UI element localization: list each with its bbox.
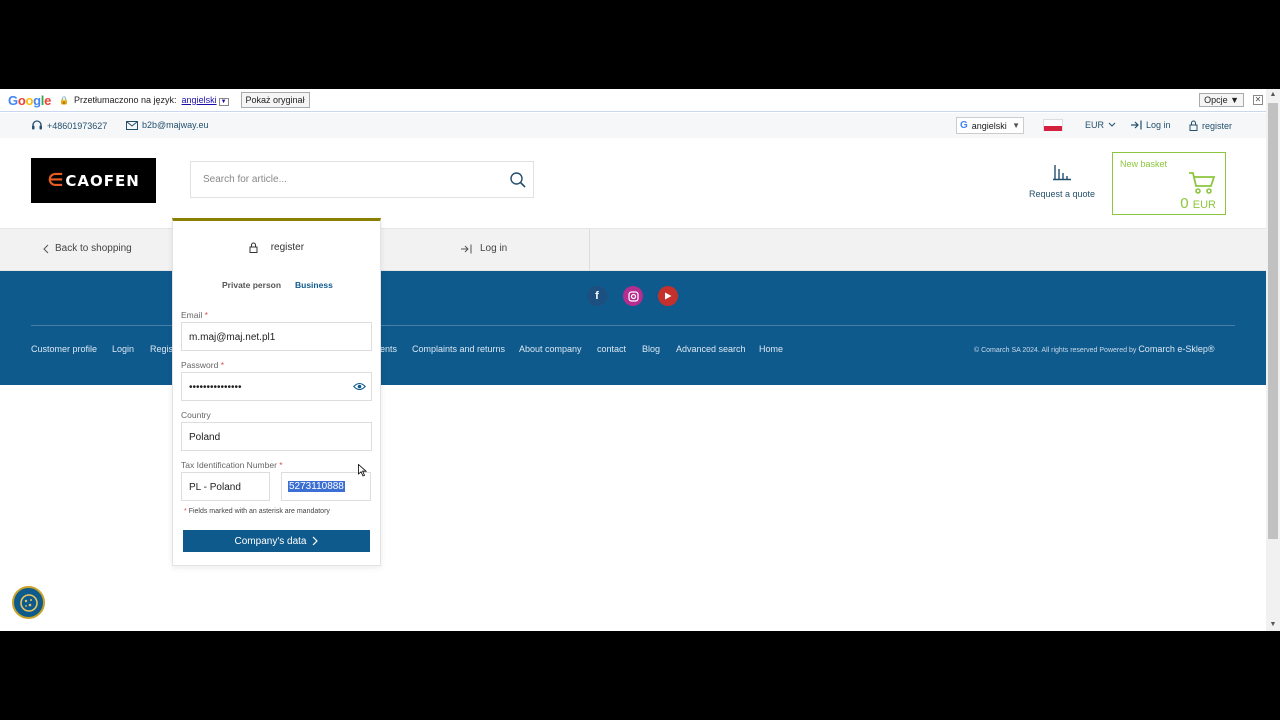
dropdown-arrow-icon: ▼: [1012, 121, 1020, 130]
quote-chart-icon: [1053, 165, 1071, 181]
tax-number-selected-text: 5273110888: [288, 481, 345, 492]
footer-link-home[interactable]: Home: [759, 344, 783, 354]
mandatory-note: * Fields marked with an asterisk are man…: [184, 508, 330, 515]
language-select[interactable]: G angielski ▼: [956, 117, 1024, 134]
mouse-cursor-icon: [358, 464, 367, 477]
search-input[interactable]: Search for article...: [203, 174, 287, 185]
company-data-label: Company's data: [234, 535, 307, 547]
translate-language-select[interactable]: angielski ▼: [182, 95, 229, 106]
logo-text: CAOFEN: [65, 171, 140, 190]
tax-country-select[interactable]: PL - Poland: [181, 472, 270, 501]
login-icon: [1131, 120, 1142, 130]
phone-number: +48601973627: [47, 120, 108, 131]
lock-icon: [1189, 120, 1198, 131]
scrollbar-thumb[interactable]: [1268, 103, 1278, 539]
login-icon: [461, 244, 472, 253]
currency-value: EUR: [1085, 120, 1105, 130]
tab-business[interactable]: Business: [295, 280, 333, 290]
footer-link-advanced-search[interactable]: Advanced search: [676, 344, 746, 354]
footer-link-payments[interactable]: ents: [380, 344, 397, 354]
email-address: b2b@majway.eu: [142, 120, 209, 130]
search-box[interactable]: Search for article...: [190, 161, 534, 198]
scroll-up-icon[interactable]: ▲: [1266, 89, 1280, 101]
email-link[interactable]: b2b@majway.eu: [126, 120, 209, 130]
country-select[interactable]: Poland: [181, 422, 372, 451]
top-utility-bar: +48601973627 b2b@majway.eu G angielski ▼…: [0, 113, 1266, 138]
scroll-down-icon[interactable]: ▼: [1266, 619, 1280, 631]
eye-icon[interactable]: [353, 382, 366, 391]
browser-viewport: Google 🔒 Przetłumaczono na język: angiel…: [0, 89, 1280, 631]
google-logo: Google: [8, 92, 52, 108]
email-label: Email *: [181, 310, 208, 320]
tab-private-person[interactable]: Private person: [222, 280, 281, 290]
chevron-left-icon: [43, 244, 49, 253]
footer-link-complaints[interactable]: Complaints and returns: [412, 344, 505, 354]
footer-link-customer-profile[interactable]: Customer profile: [31, 344, 97, 354]
translate-options-button[interactable]: Opcje ▼: [1199, 93, 1244, 107]
vertical-scrollbar[interactable]: ▲ ▼: [1266, 89, 1280, 631]
lock-icon: 🔒: [59, 95, 69, 105]
basket-title: New basket: [1120, 159, 1168, 169]
nav-login-label: Log in: [480, 243, 508, 254]
show-original-button[interactable]: Pokaż oryginał: [240, 92, 310, 108]
logo-mark-icon: ∈: [47, 170, 65, 191]
country-label: Country: [181, 410, 211, 420]
instagram-icon[interactable]: [623, 286, 643, 306]
site-logo[interactable]: ∈ CAOFEN: [31, 158, 156, 203]
google-g-icon: G: [960, 120, 968, 131]
login-label: Log in: [1146, 120, 1171, 130]
nav-login-link[interactable]: Log in: [460, 243, 507, 254]
register-label: register: [1202, 120, 1233, 131]
footer-link-register[interactable]: Regis: [150, 344, 173, 354]
request-quote-label: Request a quote: [1028, 189, 1096, 199]
translate-close-button[interactable]: ✕: [1253, 95, 1263, 105]
chevron-right-icon: [313, 536, 319, 546]
language-select-value: angielski: [971, 120, 1007, 131]
envelope-icon: [126, 120, 138, 130]
dropdown-arrow-icon: ▼: [218, 97, 229, 106]
google-translate-bar: Google 🔒 Przetłumaczono na język: angiel…: [0, 89, 1266, 112]
currency-select[interactable]: EUR: [1085, 120, 1116, 130]
lock-icon: [249, 242, 258, 253]
footer-link-contact[interactable]: contact: [597, 344, 626, 354]
login-link[interactable]: Log in: [1130, 120, 1171, 130]
nav-divider: [589, 229, 590, 271]
company-data-button[interactable]: Company's data: [183, 530, 370, 552]
password-value: •••••••••••••••: [189, 382, 242, 393]
password-field[interactable]: •••••••••••••••: [181, 372, 372, 401]
cookie-icon: [19, 593, 38, 612]
register-panel-title: register: [173, 242, 380, 253]
register-link[interactable]: register: [1189, 120, 1232, 131]
facebook-icon[interactable]: f: [587, 286, 607, 306]
search-icon[interactable]: [509, 171, 527, 189]
basket-total: 0 EUR: [1180, 195, 1216, 212]
request-quote-button[interactable]: Request a quote: [1026, 163, 1098, 199]
phone-link[interactable]: +48601973627: [31, 120, 107, 131]
footer-link-about[interactable]: About company: [519, 344, 582, 354]
register-panel: register Private person Business Email *…: [172, 218, 381, 566]
basket-widget[interactable]: New basket 0 EUR: [1112, 152, 1226, 215]
translated-to-label: Przetłumaczono na język:: [74, 95, 177, 105]
email-field[interactable]: m.maj@maj.net.pl1: [181, 322, 372, 351]
poland-flag-icon[interactable]: [1043, 119, 1063, 131]
powered-by-link[interactable]: Comarch e-Sklep®: [1138, 344, 1214, 354]
youtube-icon[interactable]: [658, 286, 678, 306]
chevron-down-icon: [1108, 122, 1116, 127]
headset-icon: [32, 120, 42, 130]
back-to-shopping-label: Back to shopping: [55, 243, 132, 254]
footer-link-blog[interactable]: Blog: [642, 344, 660, 354]
back-to-shopping-link[interactable]: Back to shopping: [43, 243, 132, 254]
copyright-text: © Comarch SA 2024. All rights reserved P…: [974, 344, 1215, 354]
tax-id-label: Tax Identification Number *: [181, 460, 283, 470]
password-label: Password *: [181, 360, 225, 370]
footer-link-login[interactable]: Login: [112, 344, 134, 354]
cart-icon: [1189, 172, 1216, 194]
cookie-settings-button[interactable]: [12, 586, 45, 619]
